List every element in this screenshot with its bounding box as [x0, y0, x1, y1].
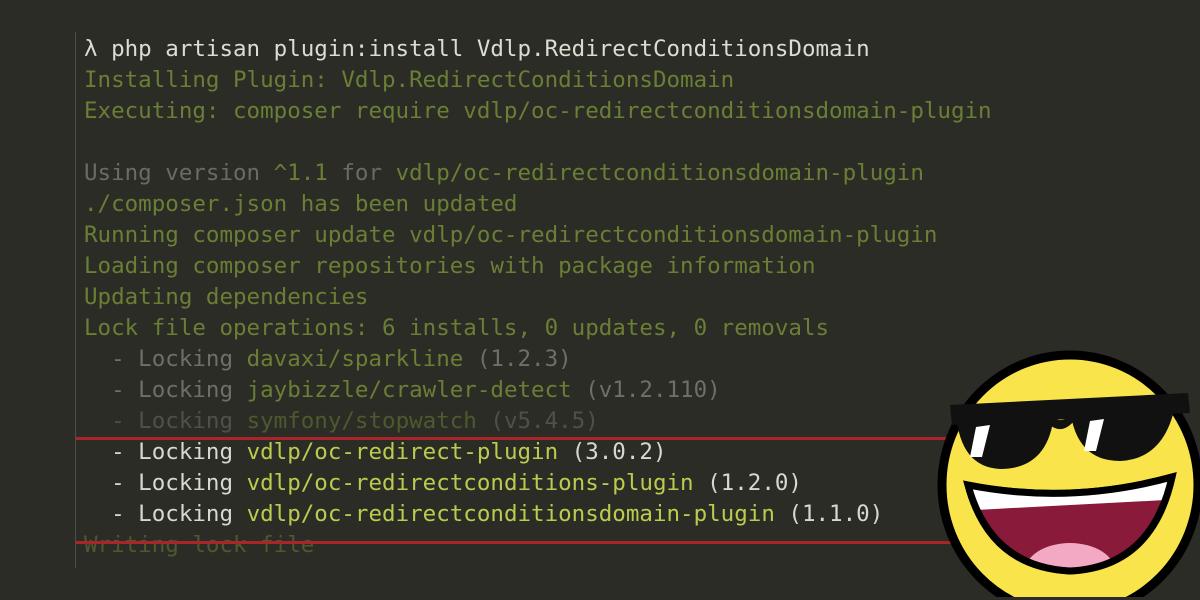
output-running-update: Running composer update vdlp/oc-redirect… — [84, 222, 938, 248]
package-name: davaxi/sparkline — [246, 346, 464, 372]
package-name: symfony/stopwatch — [246, 408, 477, 434]
package-name: vdlp/oc-redirectconditionsdomain-plugin — [246, 501, 775, 527]
locking-line: - Locking symfony/stopwatch (v5.4.5) — [84, 408, 599, 434]
package-name: jaybizzle/crawler-detect — [246, 377, 572, 403]
output-loading-repos: Loading composer repositories with packa… — [84, 253, 816, 279]
cool-sunglasses-smiley-icon — [937, 350, 1200, 597]
prompt-symbol: λ — [84, 36, 98, 62]
version-constraint: ^1.1 — [273, 160, 328, 186]
output-composer-updated: ./composer.json has been updated — [84, 191, 518, 217]
highlight-top-rule — [76, 437, 1036, 440]
package-name: vdlp/oc-redirect-plugin — [246, 439, 559, 465]
locking-line: - Locking jaybizzle/crawler-detect (v1.2… — [84, 377, 721, 403]
output-updating-deps: Updating dependencies — [84, 284, 369, 310]
output-executing: Executing: composer require vdlp/oc-redi… — [84, 98, 992, 124]
output-lock-ops: Lock file operations: 6 installs, 0 upda… — [84, 315, 830, 341]
package-name: vdlp/oc-redirectconditions-plugin — [246, 470, 694, 496]
locking-line-highlighted: - Locking vdlp/oc-redirectconditions-plu… — [84, 470, 802, 496]
output-writing-lock: Writing lock file — [84, 532, 315, 558]
highlight-bottom-rule — [76, 541, 1036, 544]
command-text: php artisan plugin:install Vdlp.Redirect… — [97, 36, 870, 62]
package-name: vdlp/oc-redirectconditionsdomain-plugin — [395, 160, 924, 186]
locking-line: - Locking davaxi/sparkline (1.2.3) — [84, 346, 572, 372]
output-installing: Installing Plugin: Vdlp.RedirectConditio… — [84, 67, 735, 93]
locking-line-highlighted: - Locking vdlp/oc-redirect-plugin (3.0.2… — [84, 439, 667, 465]
locking-line-highlighted: - Locking vdlp/oc-redirectconditionsdoma… — [84, 501, 884, 527]
command-line: λ php artisan plugin:install Vdlp.Redire… — [84, 34, 992, 65]
output-using-version: Using version ^1.1 for vdlp/oc-redirectc… — [84, 160, 924, 186]
